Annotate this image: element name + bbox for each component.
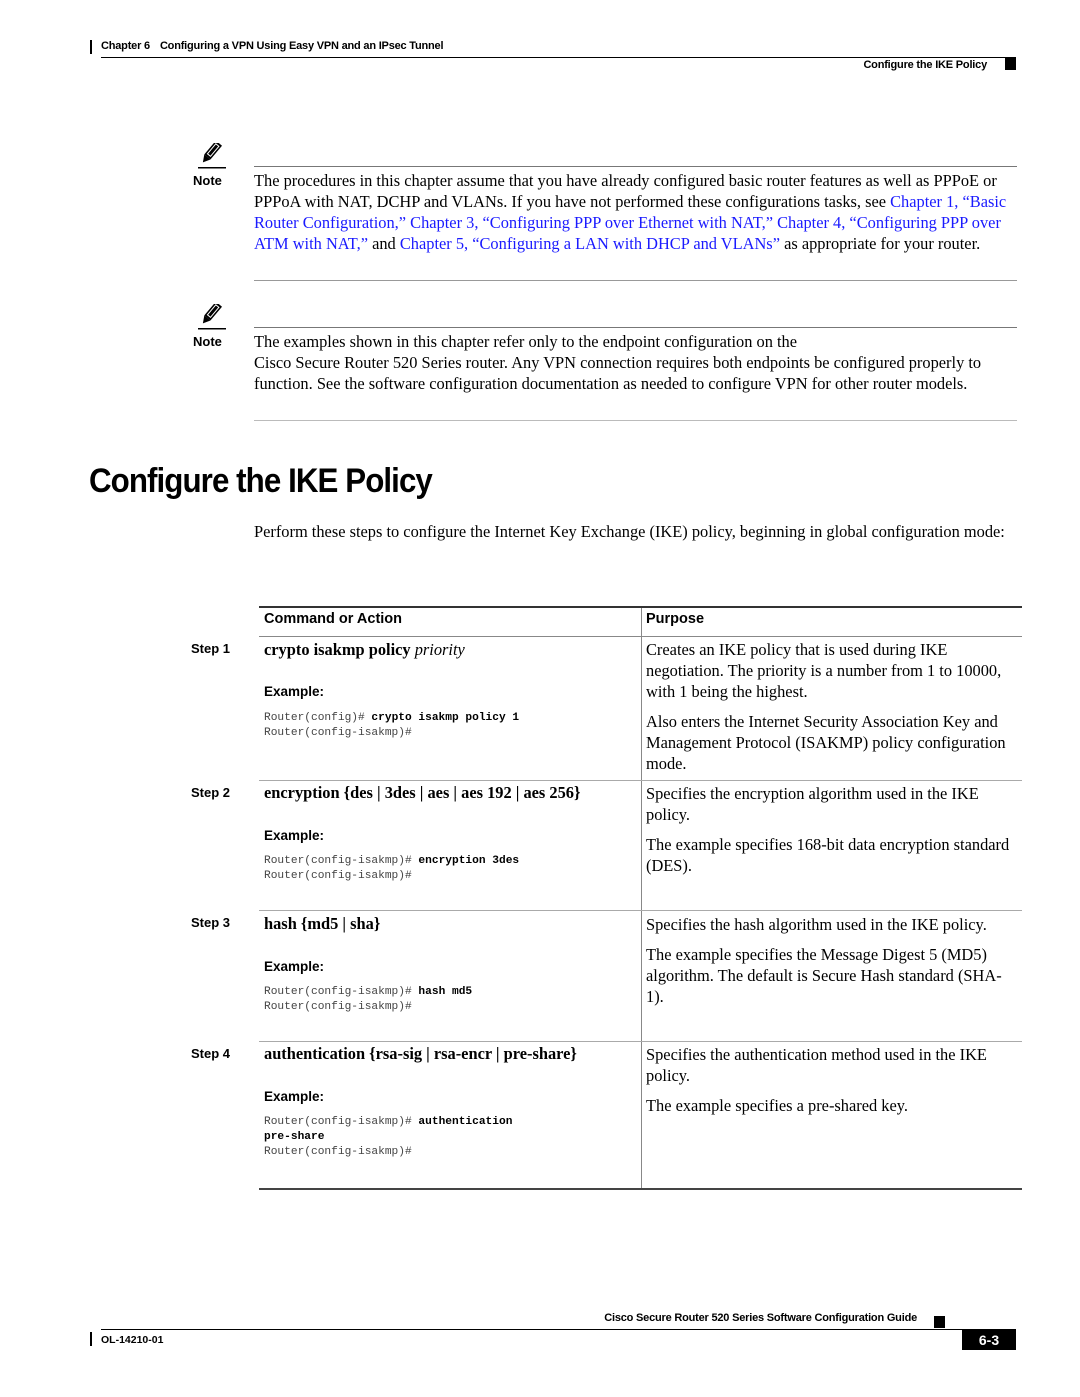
note-bottom-rule (254, 420, 1017, 421)
chapter-title: Configuring a VPN Using Easy VPN and an … (159, 40, 444, 52)
command-syntax: authentication {rsa-sig | rsa-encr | pre… (264, 1044, 577, 1063)
note-text-segment: as appropriate for your router. (779, 234, 981, 253)
note-top-rule (254, 327, 1017, 328)
purpose-text: Creates an IKE policy that is used durin… (646, 640, 1006, 773)
page-number: 6-3 (962, 1330, 1016, 1350)
footer-rule (101, 1329, 1016, 1330)
header-rule (101, 57, 1016, 58)
column-header-command: Command or Action (264, 611, 403, 627)
note-label: Note (193, 334, 222, 349)
table-bottom-rule (259, 1188, 1022, 1190)
command-argument: priority (410, 640, 465, 659)
header-square-marker (1005, 58, 1016, 70)
section-intro: Perform these steps to configure the Int… (254, 522, 1005, 541)
row-divider (259, 780, 1022, 781)
header-margin-bar (90, 40, 92, 54)
step-label: Step 2 (191, 785, 231, 800)
pencil-note-icon (198, 143, 226, 169)
example-label: Example: (264, 1089, 325, 1104)
command-syntax: crypto isakmp policy priority (264, 640, 465, 659)
section-title: Configure the IKE Policy (89, 462, 433, 500)
row-divider (259, 910, 1022, 911)
example-code: Router(config-isakmp)# authentication pr… (264, 1116, 513, 1158)
column-divider (641, 608, 642, 1188)
note-top-rule (254, 166, 1017, 167)
chapter-number: Chapter 6 (101, 40, 150, 52)
pencil-note-icon (198, 304, 226, 330)
running-header-section: Configure the IKE Policy (863, 59, 987, 71)
purpose-text: Specifies the encryption algorithm used … (646, 784, 1010, 875)
note-text-1: The procedures in this chapter assume th… (254, 170, 1019, 254)
note-text-line1: The examples shown in this chapter refer… (254, 332, 798, 351)
footer-square-marker (934, 1316, 945, 1328)
example-label: Example: (264, 828, 325, 843)
step-label: Step 1 (191, 641, 231, 656)
note-label: Note (193, 173, 222, 188)
chapter-cross-reference-link[interactable]: Chapter 5, “Configuring a LAN with DHCP … (400, 234, 780, 253)
note-text-2: The examples shown in this chapter refer… (254, 331, 1019, 394)
column-header-purpose: Purpose (646, 611, 705, 627)
footer-margin-bar (90, 1332, 92, 1346)
example-code: Router(config-isakmp)# hash md5 Router(c… (264, 986, 473, 1013)
row-divider (259, 1041, 1022, 1042)
note-bottom-rule (254, 280, 1017, 281)
purpose-text: Specifies the hash algorithm used in the… (646, 915, 1002, 1006)
running-header-chapter: Chapter 6 Configuring a VPN Using Easy VP… (101, 40, 444, 52)
note-text-segment: The procedures in this chapter assume th… (254, 171, 997, 211)
example-label: Example: (264, 684, 325, 699)
step-label: Step 3 (191, 915, 231, 930)
command-syntax: encryption {des | 3des | aes | aes 192 |… (264, 783, 581, 802)
example-label: Example: (264, 959, 325, 974)
example-code: Router(config)# crypto isakmp policy 1 R… (264, 712, 520, 739)
footer-guide-title: Cisco Secure Router 520 Series Software … (604, 1312, 917, 1324)
example-code: Router(config-isakmp)# encryption 3des R… (264, 855, 520, 882)
note-text-rest: Cisco Secure Router 520 Series router. A… (254, 353, 982, 393)
footer-doc-number: OL-14210-01 (101, 1334, 164, 1346)
step-label: Step 4 (191, 1046, 231, 1061)
purpose-text: Specifies the authentication method used… (646, 1045, 987, 1115)
command-syntax: hash {md5 | sha} (264, 914, 381, 933)
note-text-segment: and (367, 234, 400, 253)
